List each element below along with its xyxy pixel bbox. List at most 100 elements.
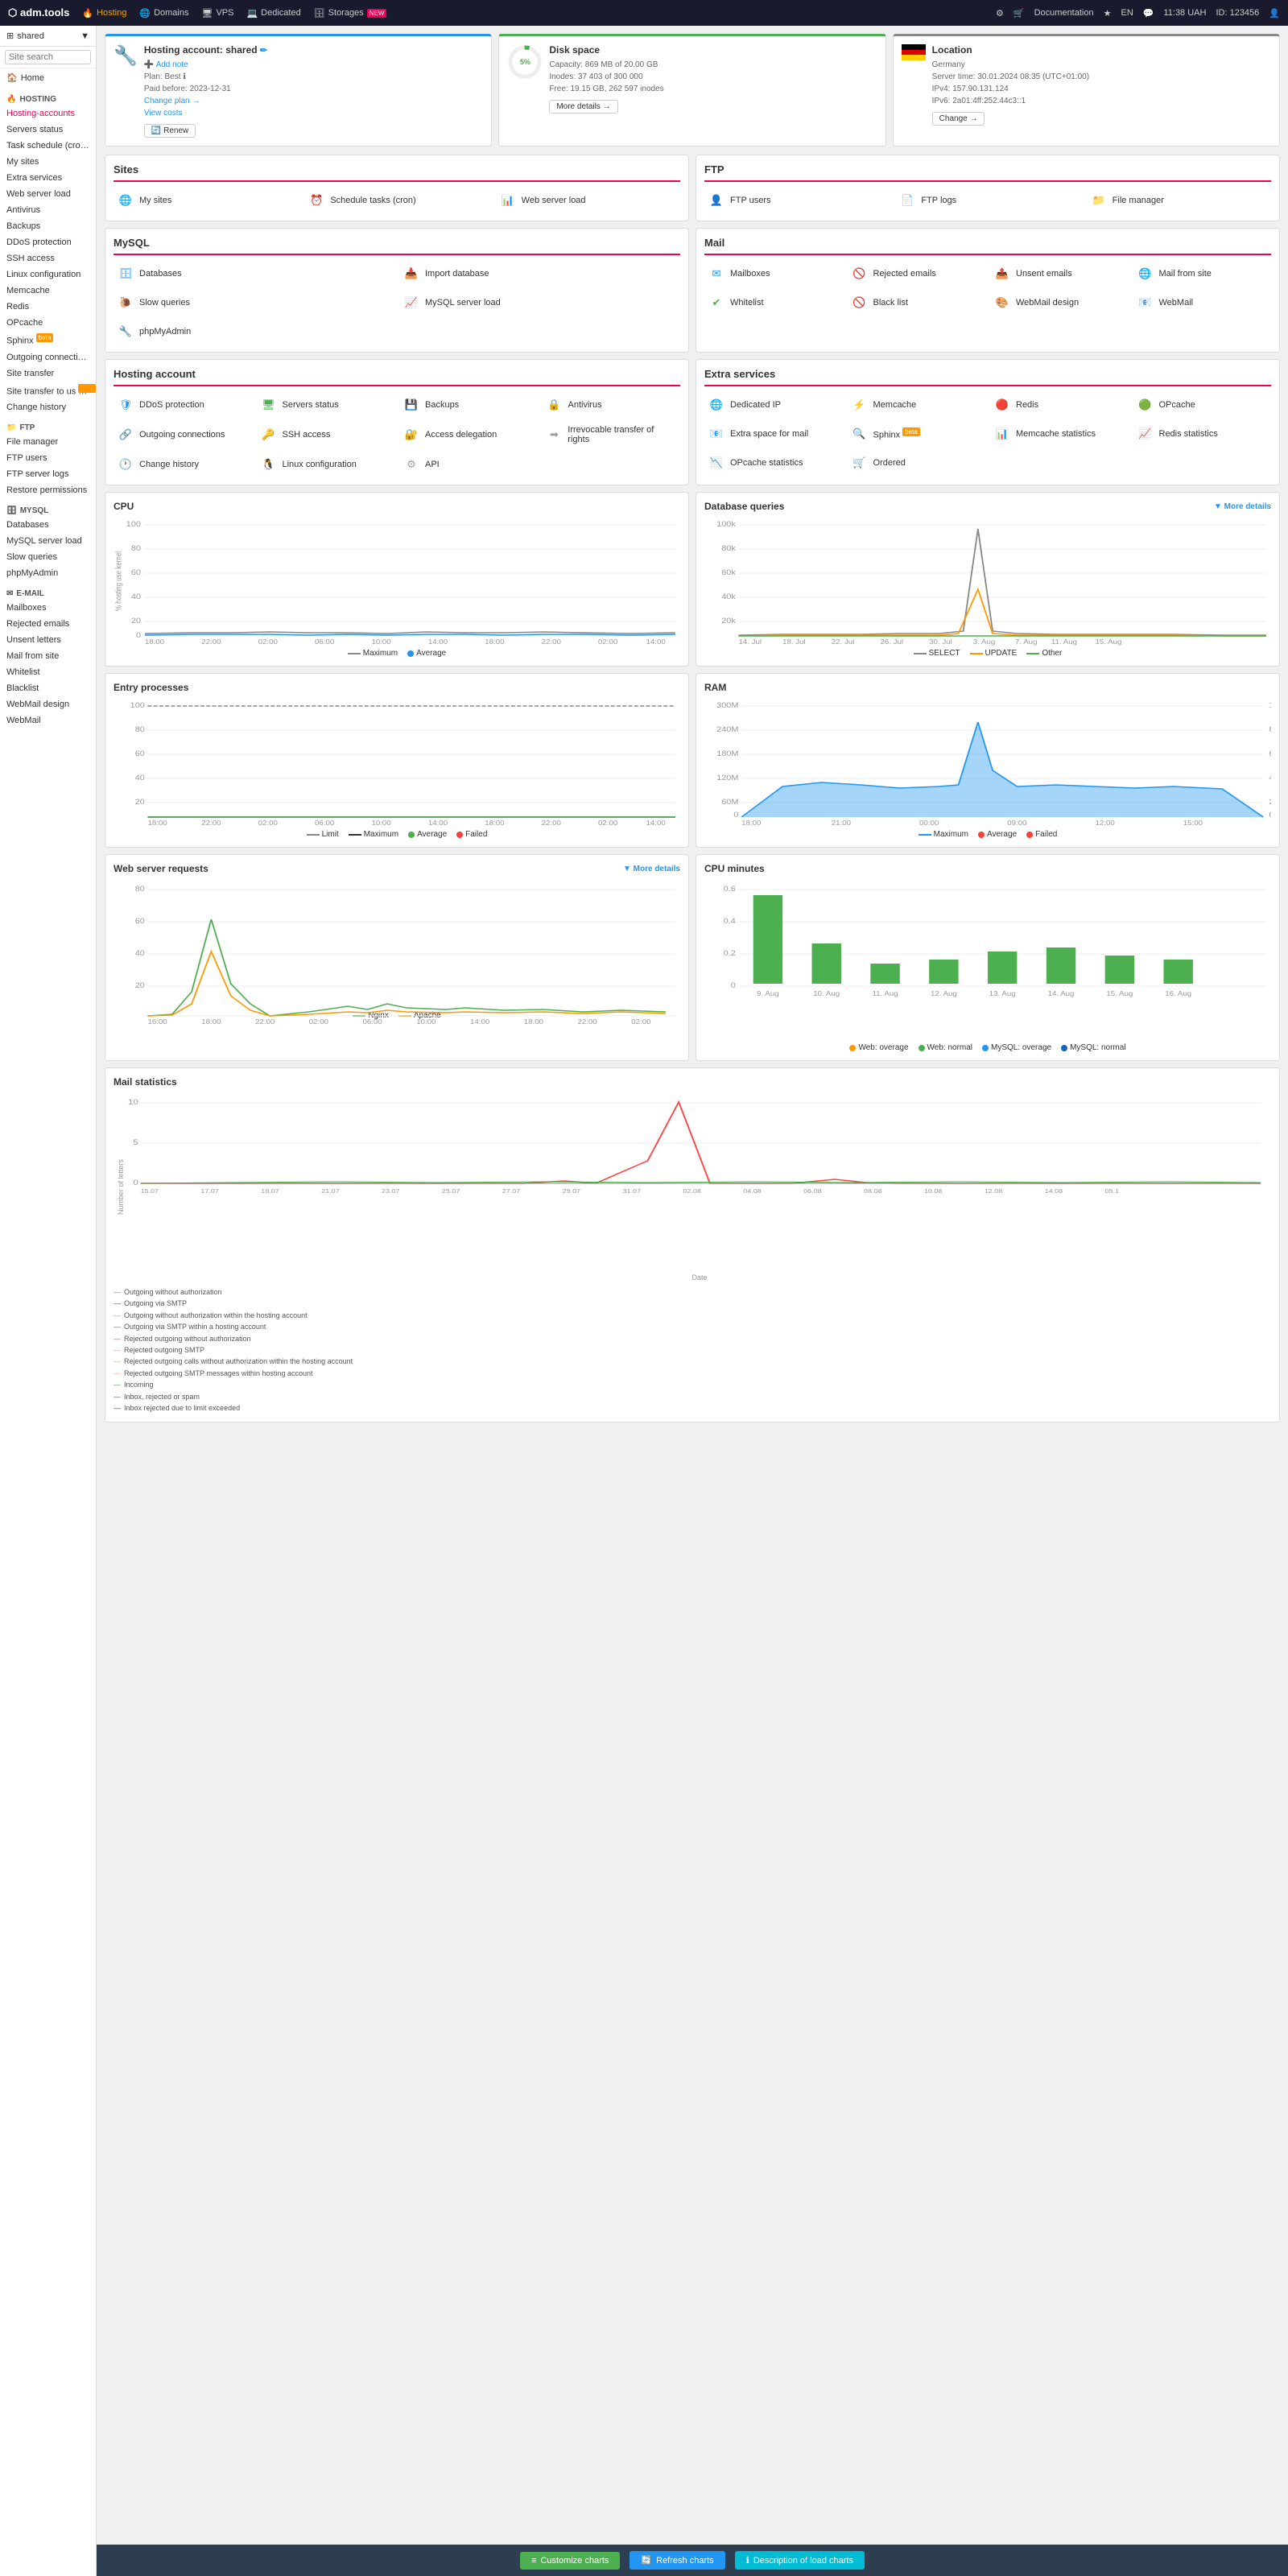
sidebar-item-mail-from-site[interactable]: Mail from site bbox=[0, 648, 96, 664]
cart-icon[interactable]: 🛒 bbox=[1013, 8, 1025, 19]
chat-icon[interactable]: 💬 bbox=[1143, 8, 1154, 19]
backups-item[interactable]: 💾 Backups bbox=[399, 393, 538, 417]
dedicated-ip-item[interactable]: 🌐 Dedicated IP bbox=[704, 393, 843, 417]
sidebar-item-servers-status[interactable]: Servers status bbox=[0, 122, 96, 138]
sidebar-item-task-schedule[interactable]: Task schedule (crontab) bbox=[0, 138, 96, 154]
my-sites-item[interactable]: 🌐 My sites bbox=[114, 188, 298, 213]
sidebar-item-ftp-logs[interactable]: FTP server logs bbox=[0, 466, 96, 482]
mysql-server-load-item[interactable]: 📈 MySQL server load bbox=[399, 291, 680, 315]
sidebar-item-file-manager[interactable]: File manager bbox=[0, 434, 96, 450]
databases-item[interactable]: 🗄 Databases bbox=[114, 262, 394, 286]
sidebar-item-ssh[interactable]: SSH access bbox=[0, 250, 96, 266]
schedule-tasks-item[interactable]: ⏰ Schedule tasks (cron) bbox=[304, 188, 489, 213]
sidebar-item-ddos[interactable]: DDoS protection bbox=[0, 234, 96, 250]
whitelist-item[interactable]: ✔ Whitelist bbox=[704, 291, 843, 315]
opcache-stats-item[interactable]: 📉 OPcache statistics bbox=[704, 451, 843, 475]
nav-dedicated[interactable]: 💻 Dedicated bbox=[246, 8, 300, 19]
file-manager-item[interactable]: 📁 File manager bbox=[1087, 188, 1271, 213]
account-selector[interactable]: ⊞ shared ▼ bbox=[0, 26, 96, 47]
nav-vps[interactable]: 🖥 VPS bbox=[201, 8, 233, 19]
change-plan-link[interactable]: Change plan → bbox=[144, 97, 200, 105]
sidebar-item-databases[interactable]: Databases bbox=[0, 517, 96, 533]
sidebar-item-antivirus[interactable]: Antivirus bbox=[0, 202, 96, 218]
change-history-item[interactable]: 🕐 Change history bbox=[114, 452, 252, 477]
sidebar-item-my-sites[interactable]: My sites bbox=[0, 154, 96, 170]
refresh-charts-button[interactable]: 🔄 Refresh charts bbox=[630, 2551, 724, 2570]
web-server-load-item[interactable]: 📊 Web server load bbox=[496, 188, 680, 213]
add-note[interactable]: ➕ Add note bbox=[144, 59, 483, 71]
search-input[interactable] bbox=[5, 50, 91, 64]
description-charts-button[interactable]: ℹ Description of load charts bbox=[735, 2551, 865, 2570]
sidebar-item-mysql-load[interactable]: MySQL server load bbox=[0, 533, 96, 549]
ssh-access-item[interactable]: 🔑 SSH access bbox=[257, 422, 395, 448]
extra-space-mail-item[interactable]: 📧 Extra space for mail bbox=[704, 422, 843, 446]
favorites-icon[interactable]: ★ bbox=[1104, 8, 1112, 19]
webmail-item[interactable]: 📧 WebMail bbox=[1133, 291, 1272, 315]
web-more-details-link[interactable]: ▼ More details bbox=[623, 865, 680, 873]
phpmyadmin-item[interactable]: 🔧 phpMyAdmin bbox=[114, 320, 394, 344]
location-change-button[interactable]: Change → bbox=[932, 112, 985, 126]
ftp-users-item[interactable]: 👤 FTP users bbox=[704, 188, 889, 213]
sidebar-item-backups[interactable]: Backups bbox=[0, 218, 96, 234]
import-db-item[interactable]: 📥 Import database bbox=[399, 262, 680, 286]
documentation-link[interactable]: Documentation bbox=[1034, 8, 1094, 18]
avatar-icon[interactable]: 👤 bbox=[1269, 8, 1280, 19]
api-item[interactable]: ⚙ API bbox=[399, 452, 538, 477]
mailboxes-item[interactable]: ✉ Mailboxes bbox=[704, 262, 843, 286]
access-delegation-item[interactable]: 🔐 Access delegation bbox=[399, 422, 538, 448]
servers-status-item[interactable]: 🖥 Servers status bbox=[257, 393, 395, 417]
webmail-design-item[interactable]: 🎨 WebMail design bbox=[990, 291, 1129, 315]
edit-icon[interactable]: ✏ bbox=[260, 46, 267, 56]
sidebar-item-phpmyadmin[interactable]: phpMyAdmin bbox=[0, 565, 96, 581]
disk-more-details-button[interactable]: More details → bbox=[549, 100, 617, 114]
irrevocable-transfer-item[interactable]: ➡ Irrevocable transfer of rights bbox=[543, 422, 681, 448]
sidebar-item-web-server-load[interactable]: Web server load bbox=[0, 186, 96, 202]
memcache-es-item[interactable]: ⚡ Memcache bbox=[848, 393, 986, 417]
sidebar-item-slow-queries[interactable]: Slow queries bbox=[0, 549, 96, 565]
sidebar-item-rejected-emails[interactable]: Rejected emails bbox=[0, 616, 96, 632]
redis-es-item[interactable]: 🔴 Redis bbox=[990, 393, 1129, 417]
antivirus-item[interactable]: 🔒 Antivirus bbox=[543, 393, 681, 417]
rejected-emails-item[interactable]: 🚫 Rejected emails bbox=[848, 262, 986, 286]
renew-button[interactable]: 🔄 Renew bbox=[144, 124, 196, 138]
outgoing-connections-item[interactable]: 🔗 Outgoing connections bbox=[114, 422, 252, 448]
sidebar-item-outgoing[interactable]: Outgoing connections bbox=[0, 349, 96, 365]
blacklist-item[interactable]: 🚫 Black list bbox=[848, 291, 986, 315]
sidebar-item-site-transfer[interactable]: Site transfer bbox=[0, 365, 96, 382]
sidebar-item-webmail-design[interactable]: WebMail design bbox=[0, 696, 96, 712]
sphinx-es-item[interactable]: 🔍 Sphinx beta bbox=[848, 422, 986, 446]
nav-storages[interactable]: 🗄 Storages NEW bbox=[314, 8, 387, 19]
sidebar-item-home[interactable]: 🏠 Home bbox=[0, 68, 96, 87]
ordered-item[interactable]: 🛒 Ordered bbox=[848, 451, 986, 475]
unsent-emails-item[interactable]: 📤 Unsent emails bbox=[990, 262, 1129, 286]
sidebar-item-restore[interactable]: Restore permissions bbox=[0, 482, 96, 498]
language-selector[interactable]: EN bbox=[1121, 8, 1133, 18]
sidebar-item-blacklist[interactable]: Blacklist bbox=[0, 680, 96, 696]
redis-stats-item[interactable]: 📈 Redis statistics bbox=[1133, 422, 1272, 446]
mail-from-site-item[interactable]: 🌐 Mail from site bbox=[1133, 262, 1272, 286]
linux-config-item[interactable]: 🐧 Linux configuration bbox=[257, 452, 395, 477]
sidebar-item-change-history[interactable]: Change history bbox=[0, 399, 96, 415]
sidebar-item-extra-services[interactable]: Extra services bbox=[0, 170, 96, 186]
ddos-item[interactable]: 🛡 DDoS protection bbox=[114, 393, 252, 417]
sidebar-item-site-transfer-us[interactable]: Site transfer to us beta bbox=[0, 382, 96, 400]
settings-icon[interactable]: ⚙ bbox=[996, 8, 1004, 19]
view-costs-link[interactable]: View costs bbox=[144, 109, 183, 118]
sidebar-item-memcache[interactable]: Memcache bbox=[0, 283, 96, 299]
sidebar-item-webmail[interactable]: WebMail bbox=[0, 712, 96, 729]
db-more-details-link[interactable]: ▼ More details bbox=[1214, 502, 1271, 511]
sidebar-item-unsent[interactable]: Unsent letters bbox=[0, 632, 96, 648]
slow-queries-item[interactable]: 🐌 Slow queries bbox=[114, 291, 394, 315]
sidebar-item-sphinx[interactable]: Sphinx beta bbox=[0, 331, 96, 349]
memcache-stats-item[interactable]: 📊 Memcache statistics bbox=[990, 422, 1129, 446]
sidebar-item-hosting-accounts[interactable]: Hosting-accounts bbox=[0, 105, 96, 122]
nav-hosting[interactable]: 🔥 Hosting bbox=[82, 8, 126, 19]
nav-domains[interactable]: 🌐 Domains bbox=[139, 8, 188, 19]
customize-charts-button[interactable]: ≡ Customize charts bbox=[520, 2552, 620, 2570]
sidebar-item-linux-config[interactable]: Linux configuration bbox=[0, 266, 96, 283]
opcache-es-item[interactable]: 🟢 OPcache bbox=[1133, 393, 1272, 417]
sidebar-item-mailboxes[interactable]: Mailboxes bbox=[0, 600, 96, 616]
sidebar-item-opcache[interactable]: OPcache bbox=[0, 315, 96, 331]
sidebar-item-redis[interactable]: Redis bbox=[0, 299, 96, 315]
sidebar-item-ftp-users[interactable]: FTP users bbox=[0, 450, 96, 466]
